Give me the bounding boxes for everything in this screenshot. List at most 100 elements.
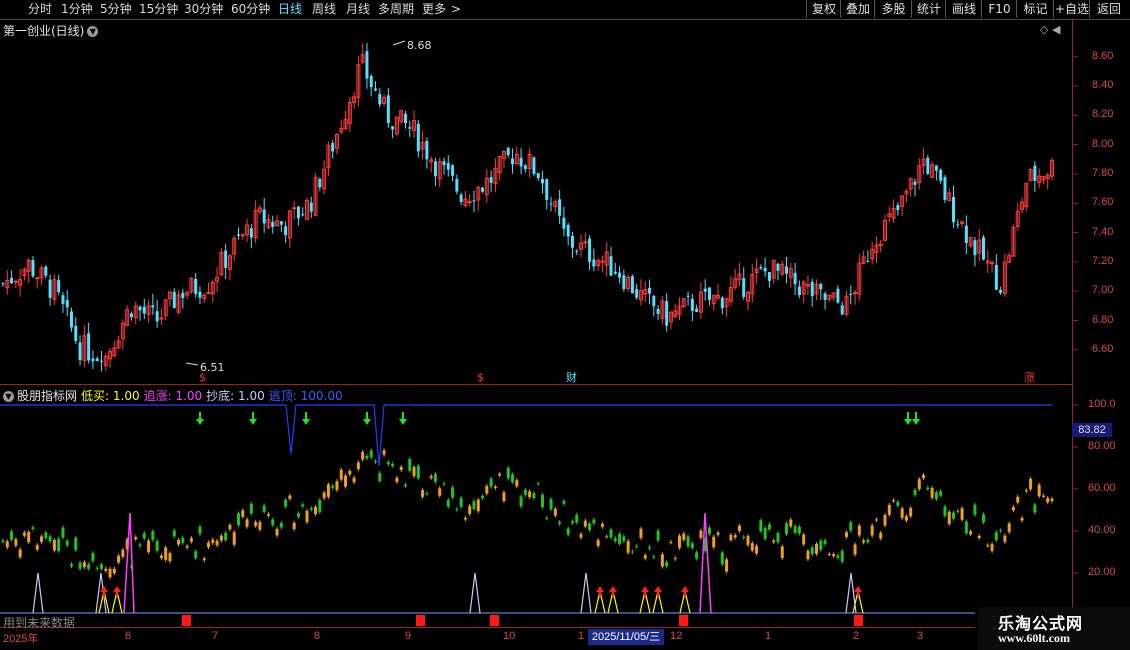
chart-right-icons[interactable]: ◇ ◀: [1040, 24, 1060, 36]
indicator-body: [1016, 496, 1020, 503]
indicator-body: [909, 508, 913, 517]
indicator-body: [168, 553, 172, 562]
indicator-body: [712, 536, 716, 548]
indicator-body: [969, 531, 973, 535]
candle-body: [934, 165, 938, 171]
toolbar-button-4[interactable]: 画线: [945, 0, 982, 18]
price-tick-label: 8.40: [1092, 79, 1114, 92]
indicator-body: [558, 522, 562, 524]
indicator-body: [31, 527, 35, 529]
watermark: 乐淘公式网 www.60lt.com: [978, 607, 1130, 650]
indicator-body: [318, 500, 322, 513]
period-tab-10[interactable]: 更多: [422, 1, 446, 18]
cursor-date-badge: 2025/11/05/三: [588, 629, 664, 645]
indicator-body: [224, 532, 228, 541]
period-tab-9[interactable]: 多周期: [378, 1, 414, 18]
candle-body: [994, 264, 998, 290]
main-chart-title[interactable]: 第一创业(日线) ▼: [3, 22, 99, 39]
indicator-body: [95, 567, 99, 569]
indicator-body: [429, 475, 433, 478]
indicator-body: [134, 537, 138, 540]
candle-body: [13, 280, 18, 283]
toolbar-button-7[interactable]: +自选: [1053, 0, 1090, 18]
indicator-body: [322, 492, 326, 499]
future-data-marker: [416, 615, 425, 626]
indicator-tick-label: 60.00: [1088, 482, 1116, 494]
indicator-body: [686, 536, 690, 547]
indicator-dropdown-icon[interactable]: ▼: [3, 391, 14, 402]
date-axis-label: 6: [125, 630, 132, 642]
indicator-body: [926, 487, 930, 490]
toolbar-button-3[interactable]: 统计: [911, 0, 946, 18]
title-dropdown-icon[interactable]: ▼: [87, 26, 99, 37]
chart-canvas[interactable]: [0, 0, 1130, 650]
candle-body: [690, 298, 694, 311]
period-tab-2[interactable]: 5分钟: [100, 1, 132, 18]
indicator-body: [725, 559, 729, 572]
indicator-body: [288, 495, 292, 499]
toolbar-button-2[interactable]: 多股: [874, 0, 912, 18]
period-tab-0[interactable]: 分时: [28, 1, 52, 18]
indicator-body: [279, 522, 283, 528]
period-tab-5[interactable]: 60分钟: [231, 1, 270, 18]
indicator-body: [613, 538, 617, 542]
indicator-name[interactable]: 股朋指标网: [17, 389, 77, 403]
indicator-body: [57, 538, 61, 552]
period-tab-7[interactable]: 周线: [312, 1, 336, 18]
period-tab-3[interactable]: 15分钟: [139, 1, 178, 18]
indicator-body: [266, 514, 270, 516]
indicator-body: [155, 541, 159, 551]
indicator-tick-label: 80.00: [1088, 440, 1116, 452]
candle-body: [65, 300, 69, 308]
candle-body: [70, 311, 74, 328]
chart-event-marker[interactable]: 财: [566, 372, 577, 384]
toolbar-button-8[interactable]: 返回: [1089, 0, 1128, 18]
indicator-body: [981, 514, 985, 523]
candle-body: [138, 306, 142, 311]
candle-body: [956, 224, 960, 226]
indicator-body: [815, 544, 819, 554]
candle-body: [240, 234, 245, 237]
indicator-body: [459, 497, 463, 507]
indicator-body: [35, 545, 39, 550]
indicator-body: [536, 483, 540, 485]
toolbar-button-5[interactable]: F10: [981, 0, 1017, 18]
indicator-body: [202, 558, 206, 561]
indicator-body: [348, 470, 352, 475]
more-arrow-icon[interactable]: >: [451, 1, 461, 18]
toolbar-button-6[interactable]: 标记: [1016, 0, 1054, 18]
indicator-body: [519, 496, 523, 507]
indicator-body: [194, 551, 198, 558]
chart-event-marker[interactable]: $: [477, 372, 484, 384]
period-tab-1[interactable]: 1分钟: [61, 1, 93, 18]
indicator-body: [10, 531, 14, 540]
chart-event-marker[interactable]: 涨: [1024, 372, 1035, 384]
indicator-body: [442, 483, 446, 485]
indicator-body: [720, 552, 724, 565]
indicator-body: [232, 532, 236, 545]
candle-body: [181, 292, 185, 299]
indicator-legend-item: 逃顶: 100.00: [268, 389, 343, 403]
period-tab-4[interactable]: 30分钟: [184, 1, 223, 18]
indicator-body: [695, 552, 699, 559]
toolbar-button-1[interactable]: 叠加: [840, 0, 875, 18]
indicator-body: [275, 528, 279, 536]
candle-body: [318, 178, 322, 188]
indicator-body: [836, 555, 840, 558]
period-tab-8[interactable]: 月线: [346, 1, 370, 18]
period-tab-6[interactable]: 日线: [278, 1, 302, 18]
indicator-body: [904, 516, 908, 521]
indicator-body: [296, 513, 300, 517]
period-toolbar: 分时 1分钟 5分钟 15分钟 30分钟 60分钟 日线 周线 月线 多周期 更多 > 复权 叠加 多股 统计…: [0, 0, 1130, 20]
candle-body: [489, 177, 493, 183]
indicator-body: [408, 459, 412, 471]
candle-body: [635, 289, 639, 298]
price-tick-label: 7.60: [1092, 196, 1114, 209]
toolbar-button-0[interactable]: 复权: [806, 0, 841, 18]
indicator-legend-item: 低买: 1.00: [81, 389, 140, 403]
candle-body: [279, 221, 283, 225]
candle-body: [378, 93, 382, 105]
indicator-body: [665, 562, 669, 567]
indicator-body: [438, 488, 442, 496]
indicator-body: [716, 532, 720, 535]
